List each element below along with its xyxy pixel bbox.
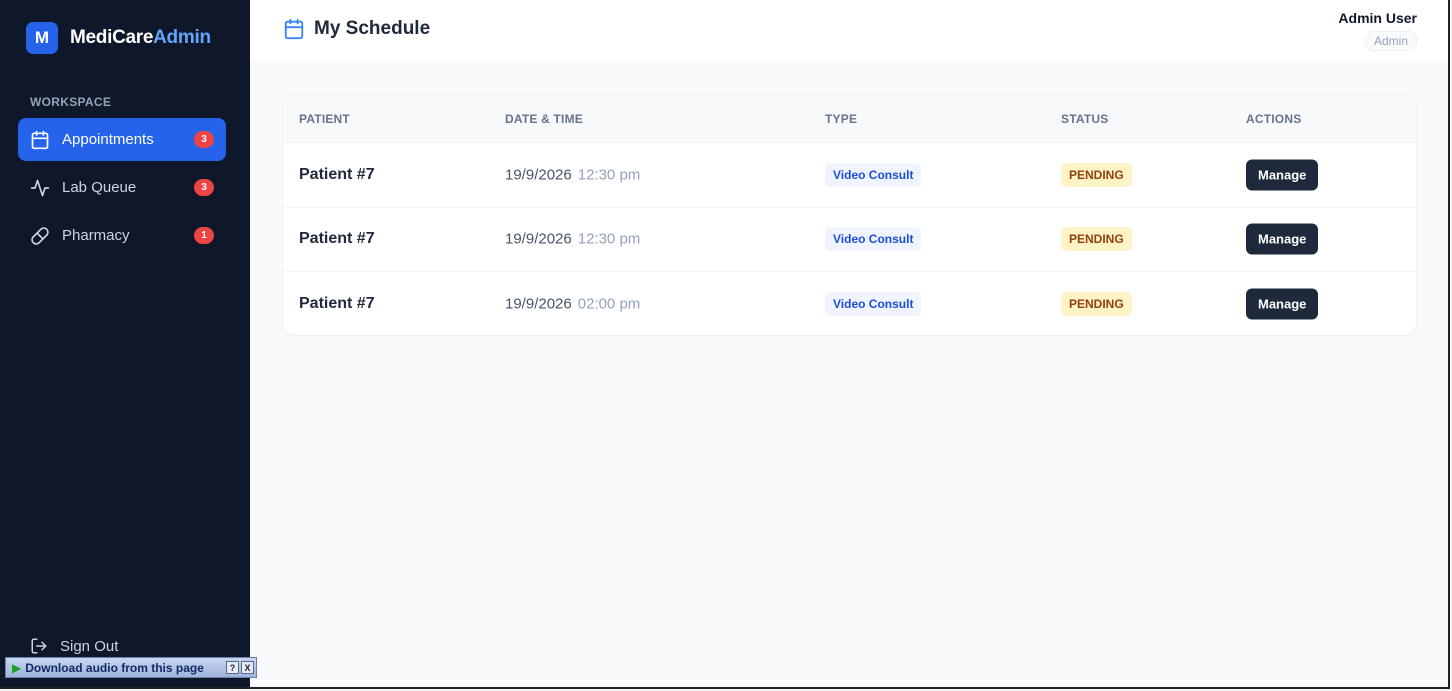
status-badge: PENDING — [1061, 162, 1132, 187]
count-badge: 1 — [194, 227, 214, 244]
table-header: PATIENT DATE & TIME TYPE STATUS ACTIONS — [283, 95, 1416, 143]
actions-cell: Manage — [1246, 159, 1319, 191]
play-icon: ▶ — [12, 660, 22, 675]
manage-button[interactable]: Manage — [1246, 223, 1319, 255]
status-cell: PENDING — [1061, 227, 1132, 252]
top-header: My Schedule Admin User Admin — [250, 0, 1448, 61]
page-title: My Schedule — [314, 18, 431, 39]
help-button[interactable]: ? — [226, 661, 239, 674]
table-row: Patient #7 19/9/2026 12:30 pm Video Consu… — [283, 208, 1416, 272]
user-menu[interactable]: Admin User Admin — [1338, 10, 1417, 51]
column-header-status: STATUS — [1061, 112, 1109, 126]
sign-out-label: Sign Out — [60, 637, 119, 655]
sidebar-nav: Appointments 3 Lab Queue 3 Pharmacy 1 — [18, 118, 226, 262]
appointment-datetime: 19/9/2026 12:30 pm — [505, 166, 640, 183]
type-cell: Video Consult — [825, 227, 922, 252]
manage-button[interactable]: Manage — [1246, 288, 1319, 320]
app-window: M MediCareAdmin WORKSPACE Appointments 3… — [0, 0, 1450, 689]
calendar-icon — [30, 130, 50, 150]
actions-cell: Manage — [1246, 288, 1319, 320]
user-name: Admin User — [1338, 10, 1417, 26]
sign-out-button[interactable]: Sign Out — [30, 637, 118, 655]
appointment-time: 02:00 pm — [577, 295, 641, 313]
appointment-time: 12:30 pm — [577, 230, 641, 248]
type-cell: Video Consult — [825, 292, 922, 317]
workspace-section-label: WORKSPACE — [30, 95, 112, 109]
type-badge: Video Consult — [825, 162, 922, 187]
column-header-type: TYPE — [825, 112, 858, 126]
page-title-group: My Schedule — [283, 18, 430, 40]
user-role-badge: Admin — [1364, 31, 1417, 51]
download-audio-label: Download audio from this page — [25, 660, 204, 675]
logout-icon — [30, 637, 48, 655]
table-row: Patient #7 19/9/2026 12:30 pm Video Consu… — [283, 143, 1416, 208]
table-row: Patient #7 19/9/2026 02:00 pm Video Consu… — [283, 272, 1416, 335]
status-badge: PENDING — [1061, 227, 1132, 252]
brand-name-main: MediCare — [70, 27, 154, 48]
patient-name: Patient #7 — [299, 295, 375, 313]
sidebar-item-lab-queue[interactable]: Lab Queue 3 — [18, 166, 226, 209]
sidebar-item-label: Pharmacy — [62, 227, 130, 244]
sidebar-item-label: Lab Queue — [62, 179, 137, 196]
type-badge: Video Consult — [825, 292, 922, 317]
status-badge: PENDING — [1061, 292, 1132, 317]
sidebar: M MediCareAdmin WORKSPACE Appointments 3… — [0, 0, 250, 687]
status-cell: PENDING — [1061, 292, 1132, 317]
download-audio-toolbar[interactable]: ▶ Download audio from this page ? X — [5, 657, 257, 678]
appointment-date: 19/9/2026 — [505, 295, 572, 313]
type-cell: Video Consult — [825, 162, 922, 187]
sidebar-item-pharmacy[interactable]: Pharmacy 1 — [18, 214, 226, 257]
appointment-datetime: 19/9/2026 02:00 pm — [505, 296, 640, 313]
manage-button[interactable]: Manage — [1246, 159, 1319, 191]
brand-logo: M — [26, 22, 58, 54]
patient-name: Patient #7 — [299, 165, 375, 183]
activity-icon — [30, 178, 50, 198]
calendar-icon — [283, 18, 305, 40]
sidebar-item-appointments[interactable]: Appointments 3 — [18, 118, 226, 161]
actions-cell: Manage — [1246, 223, 1319, 255]
brand-name: MediCareAdmin — [70, 27, 211, 49]
column-header-patient: PATIENT — [299, 112, 350, 126]
appointment-datetime: 19/9/2026 12:30 pm — [505, 231, 640, 248]
column-header-actions: ACTIONS — [1246, 112, 1302, 126]
count-badge: 3 — [194, 131, 214, 148]
appointment-date: 19/9/2026 — [505, 166, 572, 184]
brand-name-accent: Admin — [153, 27, 211, 48]
close-button[interactable]: X — [241, 661, 254, 674]
type-badge: Video Consult — [825, 227, 922, 252]
sidebar-item-label: Appointments — [62, 131, 154, 148]
pill-icon — [30, 226, 50, 246]
status-cell: PENDING — [1061, 162, 1132, 187]
column-header-date-time: DATE & TIME — [505, 112, 583, 126]
patient-name: Patient #7 — [299, 230, 375, 248]
appointment-date: 19/9/2026 — [505, 230, 572, 248]
appointments-table: PATIENT DATE & TIME TYPE STATUS ACTIONS … — [282, 94, 1417, 336]
appointment-time: 12:30 pm — [577, 166, 641, 184]
count-badge: 3 — [194, 179, 214, 196]
brand[interactable]: M MediCareAdmin — [26, 22, 211, 54]
